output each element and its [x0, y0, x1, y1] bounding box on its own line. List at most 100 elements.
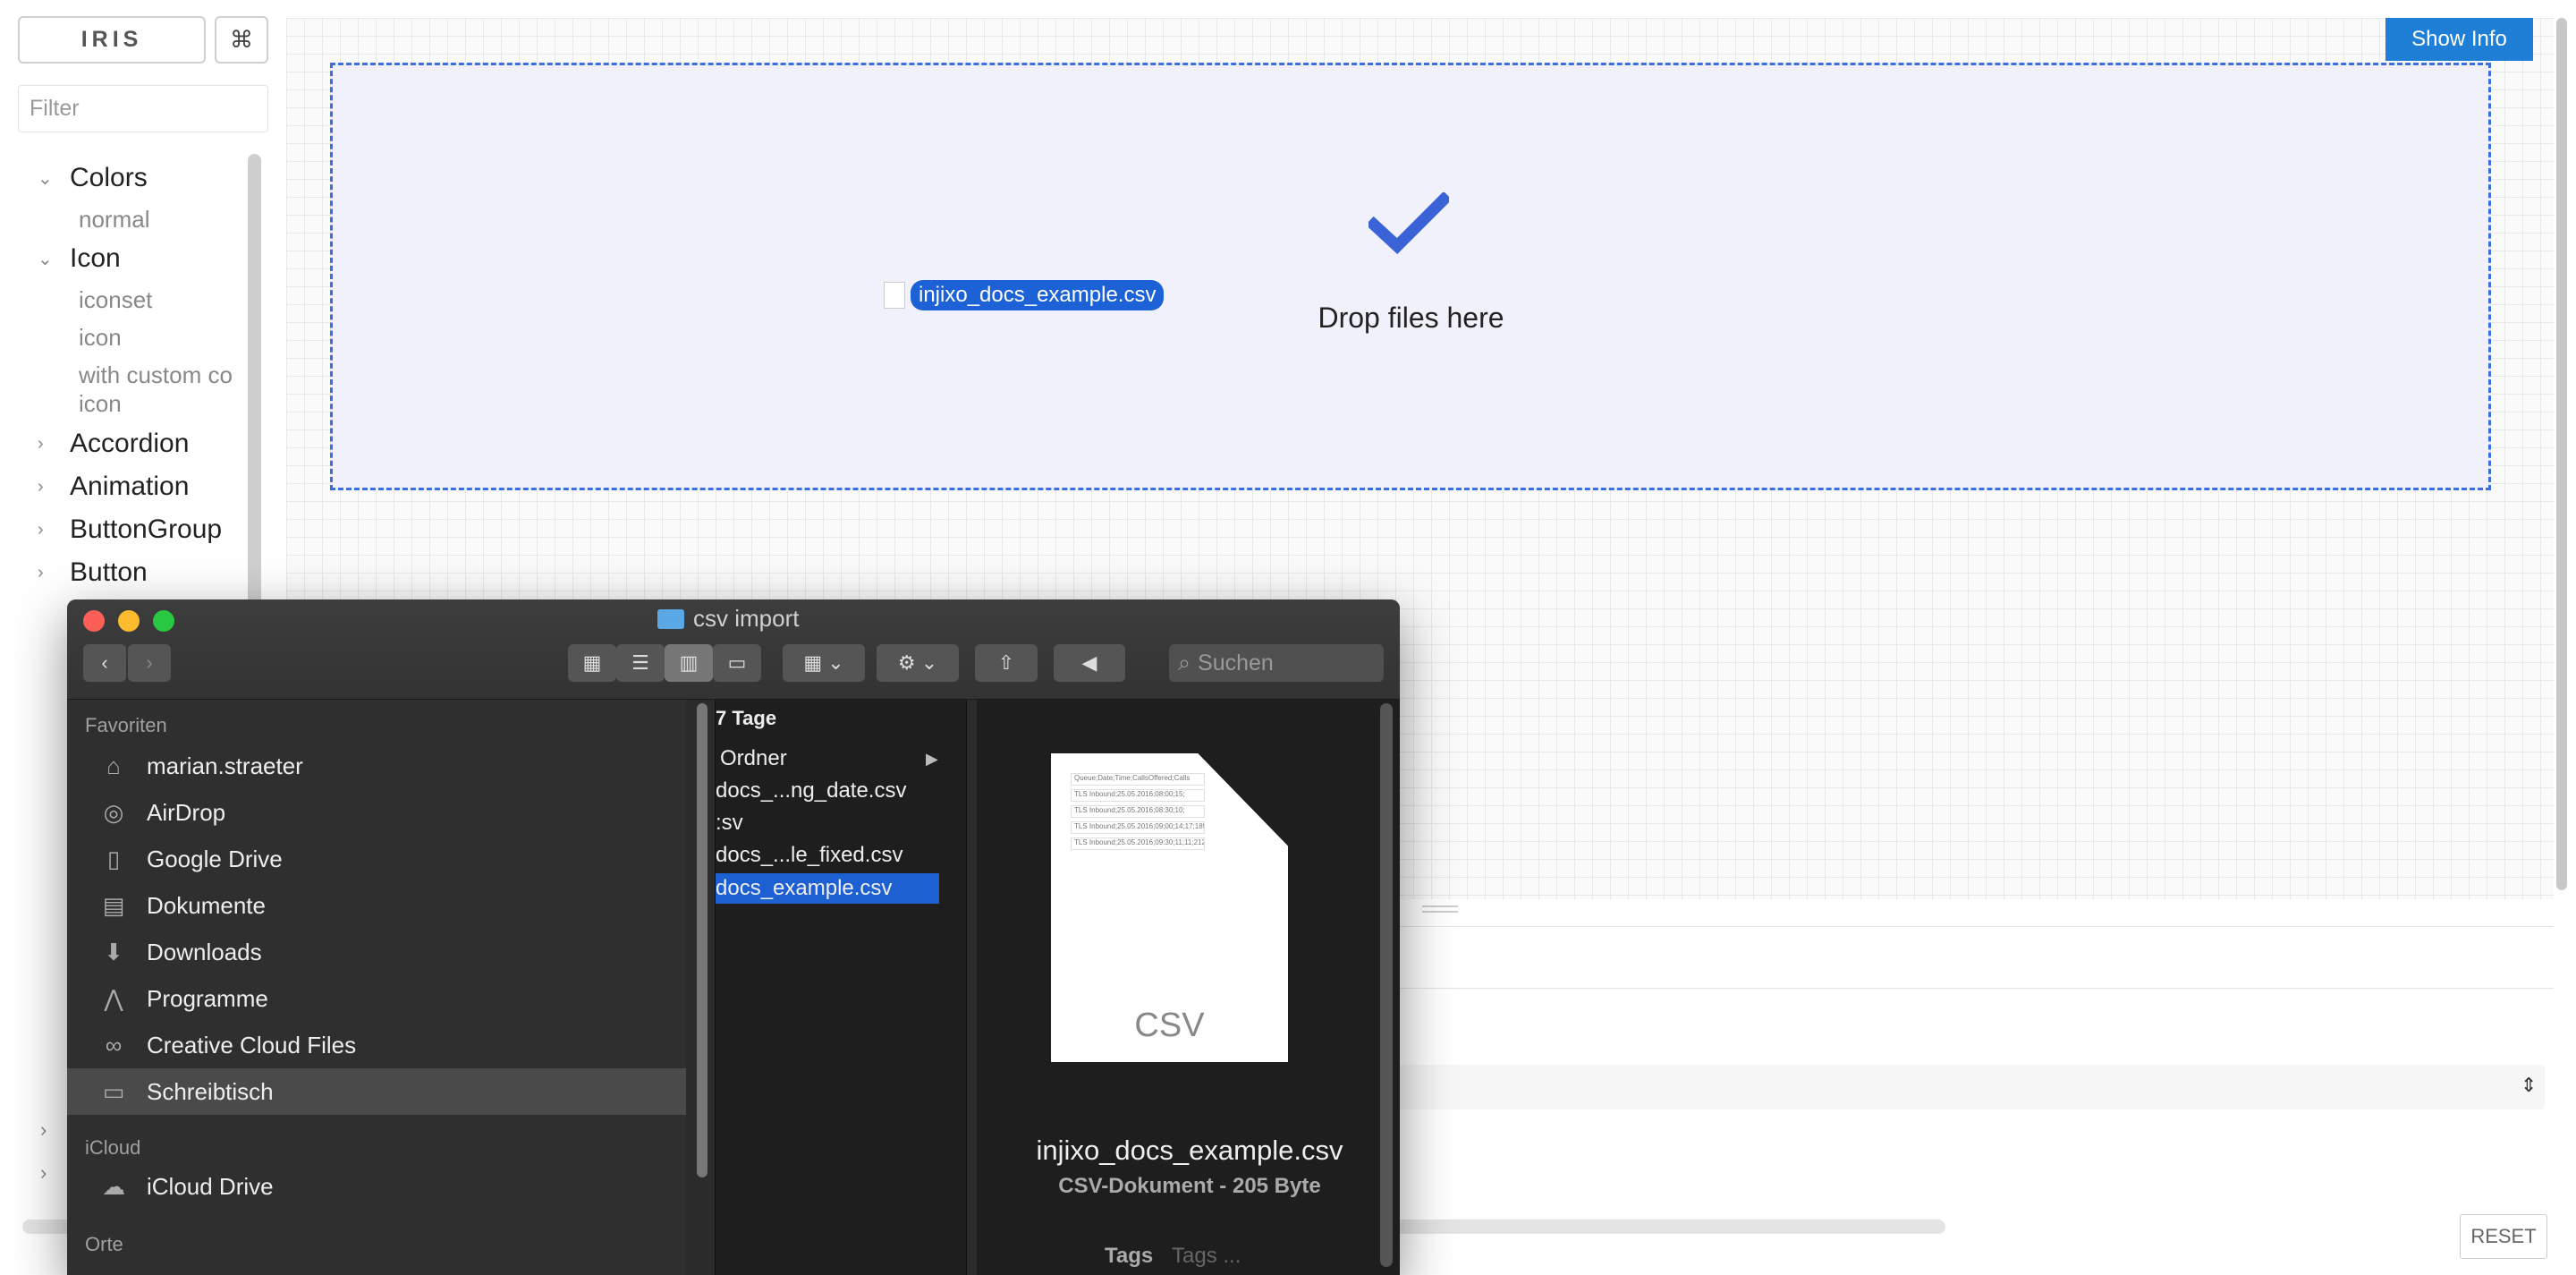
file-dropzone[interactable] [330, 63, 2491, 490]
sidebar-item-icloud-drive[interactable]: ☁ iCloud Drive [67, 1163, 686, 1210]
sidebar-scrollbar[interactable] [248, 154, 261, 619]
sidebar-item-label: Dokumente [147, 891, 266, 919]
story-item-iconset[interactable]: iconset [79, 286, 152, 314]
icon-view-button[interactable]: ▦ [568, 644, 616, 682]
places-header: Orte [85, 1233, 123, 1255]
dragged-file[interactable]: injixo_docs_example.csv [884, 280, 1165, 310]
file-item-folder[interactable]: Ordner [720, 746, 787, 771]
sidebar-item-programme[interactable]: ⋀ Programme [67, 975, 686, 1022]
file-item-selected[interactable]: docs_example.csv [716, 873, 939, 904]
chevron-right-icon: › [38, 433, 44, 454]
csv-badge: CSV [1134, 1007, 1205, 1044]
drop-files-text: Drop files here [1318, 302, 1504, 334]
gallery-view-button[interactable]: ▭ [713, 644, 761, 682]
sidebar-item-airdrop[interactable]: ◎ AirDrop [67, 789, 686, 836]
sidebar-item-downloads[interactable]: ⬇ Downloads [67, 929, 686, 975]
column-header: 7 Tage [716, 707, 777, 729]
group-menu-button[interactable]: ▦ ⌄ [783, 644, 865, 682]
file-item[interactable]: :sv [716, 811, 743, 836]
sidebar-item-label: Creative Cloud Files [147, 1031, 357, 1058]
story-item-custom[interactable]: with custom co [79, 361, 244, 389]
minimize-window-button[interactable] [118, 610, 140, 632]
filter-input[interactable] [18, 85, 268, 132]
tree-item-label: Accordion [70, 429, 190, 458]
story-item-normal[interactable]: normal [79, 206, 149, 234]
tag-button[interactable]: ◀ [1054, 644, 1125, 682]
search-icon: ⌕ [1178, 650, 1191, 676]
chevron-right-icon: › [38, 476, 44, 497]
column-view-button[interactable]: ▥ [665, 644, 713, 682]
airdrop-icon: ◎ [103, 798, 124, 826]
search-placeholder: Suchen [1198, 650, 1274, 676]
finder-window: csv import ‹ › ▦ ☰ ▥ ▭ ▦ ⌄ ⚙ ⌄ ⇧ ◀ ⌕ Such… [67, 599, 1400, 1275]
knob-select[interactable] [1395, 1065, 2545, 1109]
sidebar-item-creative-cloud[interactable]: ∞ Creative Cloud Files [67, 1022, 686, 1068]
preview-file-name: injixo_docs_example.csv [1036, 1135, 1343, 1166]
thumbnail-row: TLS Inbound;25.05.2016;09:30;11;11;212; [1071, 837, 1205, 850]
preview-scrollbar[interactable] [1380, 703, 1393, 1267]
action-menu-button[interactable]: ⚙ ⌄ [877, 644, 959, 682]
chevron-right-icon: › [38, 562, 44, 582]
back-button[interactable]: ‹ [83, 644, 126, 682]
sidebar-item-label: iCloud Drive [147, 1172, 274, 1200]
zoom-window-button[interactable] [153, 610, 174, 632]
dragged-file-name: injixo_docs_example.csv [911, 280, 1165, 310]
tags-input[interactable]: Tags ... [1172, 1244, 1241, 1269]
sidebar-item-label: Downloads [147, 938, 262, 965]
sidebar-item-label: Google Drive [147, 845, 283, 872]
sidebar-item-google-drive[interactable]: ▯ Google Drive [67, 836, 686, 882]
document-icon: ▯ [106, 845, 121, 872]
select-arrows-icon: ⇕ [2521, 1074, 2538, 1096]
story-item-icon[interactable]: icon [79, 324, 122, 352]
reset-button[interactable]: RESET [2460, 1214, 2547, 1259]
cloud-icon: ☁ [102, 1172, 125, 1200]
sidebar-item-label: marian.straeter [147, 752, 303, 779]
sidebar-item-home[interactable]: ⌂ marian.straeter [67, 743, 686, 789]
thumbnail-row: Queue;Date;Time;CallsOffered;Calls [1071, 773, 1205, 786]
tree-item-icon[interactable]: ⌄ Icon [38, 243, 121, 274]
tree-item-colors[interactable]: ⌄ Colors [38, 163, 148, 193]
share-button[interactable]: ⇧ [975, 644, 1038, 682]
sidebar-item-dokumente[interactable]: ▤ Dokumente [67, 882, 686, 929]
canvas-scrollbar[interactable] [2556, 18, 2567, 890]
tree-item-button[interactable]: › Button [38, 557, 148, 588]
chevron-right-icon[interactable]: › [40, 1118, 47, 1142]
tags-label: Tags [1105, 1244, 1154, 1268]
apps-icon: ⋀ [104, 984, 123, 1012]
window-title-text: csv import [693, 605, 800, 632]
thumbnail-row: TLS Inbound;25.05.2016;08:00;15; [1071, 789, 1205, 802]
preview-file-kind: CSV-Dokument - 205 Byte [1058, 1174, 1321, 1198]
tree-item-label: Animation [70, 472, 190, 501]
show-info-button[interactable]: Show Info [2385, 18, 2533, 61]
close-window-button[interactable] [83, 610, 105, 632]
desktop-icon: ▭ [102, 1077, 125, 1105]
sidebar-scrollbar[interactable] [697, 703, 708, 1177]
sidebar-item-schreibtisch[interactable]: ▭ Schreibtisch [67, 1068, 686, 1115]
creative-cloud-icon: ∞ [105, 1031, 123, 1058]
download-icon: ⬇ [104, 938, 123, 965]
thumbnail-row: TLS Inbound;25.05.2016;08:30;10; [1071, 805, 1205, 818]
sidebar-item-label: AirDrop [147, 798, 226, 826]
thumbnail-row: TLS Inbound;25.05.2016;09:00;14;17;189; [1071, 821, 1205, 834]
forward-button[interactable]: › [128, 644, 171, 682]
chevron-right-icon: › [38, 519, 44, 540]
sidebar-item-label: Schreibtisch [147, 1077, 274, 1105]
disclosure-arrow-icon: ▶ [926, 750, 938, 768]
tree-item-label: Button [70, 557, 148, 587]
list-view-button[interactable]: ☰ [616, 644, 665, 682]
story-item-custom-line2[interactable]: icon [79, 390, 122, 418]
shortcuts-button[interactable]: ⌘ [215, 16, 268, 64]
tree-item-buttongroup[interactable]: › ButtonGroup [38, 514, 222, 545]
home-icon: ⌂ [106, 752, 121, 779]
brand-button[interactable]: IRIS [18, 16, 206, 64]
finder-search-input[interactable]: ⌕ Suchen [1169, 644, 1384, 682]
chevron-right-icon[interactable]: › [40, 1161, 47, 1185]
file-icon [884, 282, 905, 309]
tree-item-accordion[interactable]: › Accordion [38, 429, 189, 459]
file-item[interactable]: docs_...le_fixed.csv [716, 843, 902, 868]
panel-resize-handle[interactable] [1422, 905, 1458, 913]
chevron-down-icon: ⌄ [38, 168, 53, 189]
file-item[interactable]: docs_...ng_date.csv [716, 778, 906, 803]
folder-icon [657, 608, 684, 629]
tree-item-animation[interactable]: › Animation [38, 472, 189, 502]
